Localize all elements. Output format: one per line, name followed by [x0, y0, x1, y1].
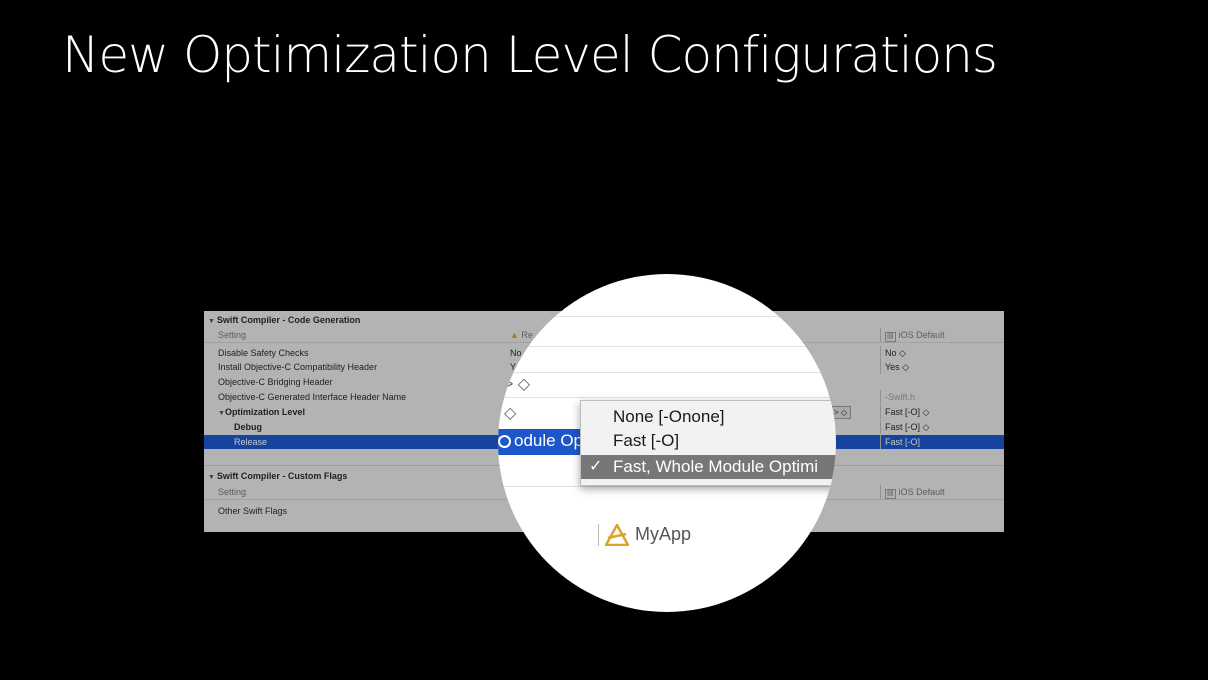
dropdown-item-fast-whole-module[interactable]: ✓ Fast, Whole Module Optimi [581, 455, 836, 479]
dropdown-item-label: None [-Onone] [613, 407, 725, 426]
row-label: Objective-C Generated Interface Header N… [218, 392, 407, 402]
header-setting: Setting [218, 487, 247, 497]
divider [498, 397, 836, 398]
row-label: Disable Safety Checks [218, 348, 309, 358]
target-app-label: MyApp [598, 524, 691, 547]
debug-label: Debug [234, 422, 262, 432]
dropdown-item-fast[interactable]: Fast [-O] [581, 429, 836, 453]
header-ios-default: ▤ iOS Default [880, 485, 1004, 499]
checkmark-icon: ✓ [589, 458, 603, 475]
disclosure-triangle-icon[interactable]: ▼ [218, 410, 225, 417]
row-ios-value[interactable]: No ◇ [880, 346, 1004, 360]
add-circle-icon[interactable] [498, 435, 511, 449]
optimization-ios-value[interactable]: Fast [-O] ◇ [880, 405, 1004, 419]
app-icon [605, 524, 629, 547]
divider [498, 486, 836, 487]
release-ios-value[interactable]: Fast [-O] [880, 435, 1004, 449]
row-label: Install Objective-C Compatibility Header [218, 362, 378, 372]
optimization-level-label: ▼Optimization Level [218, 407, 305, 417]
header-ios-default: ▤ iOS Default [880, 328, 1004, 342]
magnifier-circle: > ◇ ◇ odule Opti None [-Onone] Fast [-O]… [498, 274, 836, 612]
release-label: Release [234, 437, 268, 447]
column-divider [598, 524, 599, 547]
divider [498, 372, 836, 373]
divider [498, 346, 836, 347]
release-value-magnified[interactable]: odule Opti [498, 431, 592, 451]
dropdown-item-none[interactable]: None [-Onone] [581, 405, 836, 429]
slide-title: New Optimization Level Configurations [62, 26, 998, 84]
chevron-updown-icon[interactable]: ◇ [504, 403, 516, 423]
optimization-level-dropdown[interactable]: None [-Onone] Fast [-O] ✓ Fast, Whole Mo… [580, 400, 836, 486]
row-label: Objective-C Bridging Header [218, 377, 333, 387]
divider [498, 316, 836, 317]
chevron-updown-icon[interactable]: > ◇ [504, 374, 530, 394]
header-setting: Setting [218, 330, 247, 340]
debug-ios-value[interactable]: Fast [-O] ◇ [880, 420, 1004, 434]
header-target: ▲ Re [510, 330, 533, 340]
dropdown-item-label: Fast [-O] [613, 431, 680, 450]
row-label: Other Swift Flags [218, 506, 288, 516]
row-ios-value[interactable]: Yes ◇ [880, 360, 1004, 374]
ios-badge-icon: ▤ [885, 489, 896, 499]
section-code-generation-label: Swift Compiler - Code Generation [208, 313, 361, 329]
app-icon: ▲ [510, 330, 522, 340]
dropdown-item-label: Fast, Whole Module Optimi [613, 457, 819, 476]
row-ios-value[interactable]: -Swift.h [880, 390, 1004, 404]
ios-badge-icon: ▤ [885, 332, 896, 342]
section-custom-flags-label: Swift Compiler - Custom Flags [208, 469, 348, 485]
